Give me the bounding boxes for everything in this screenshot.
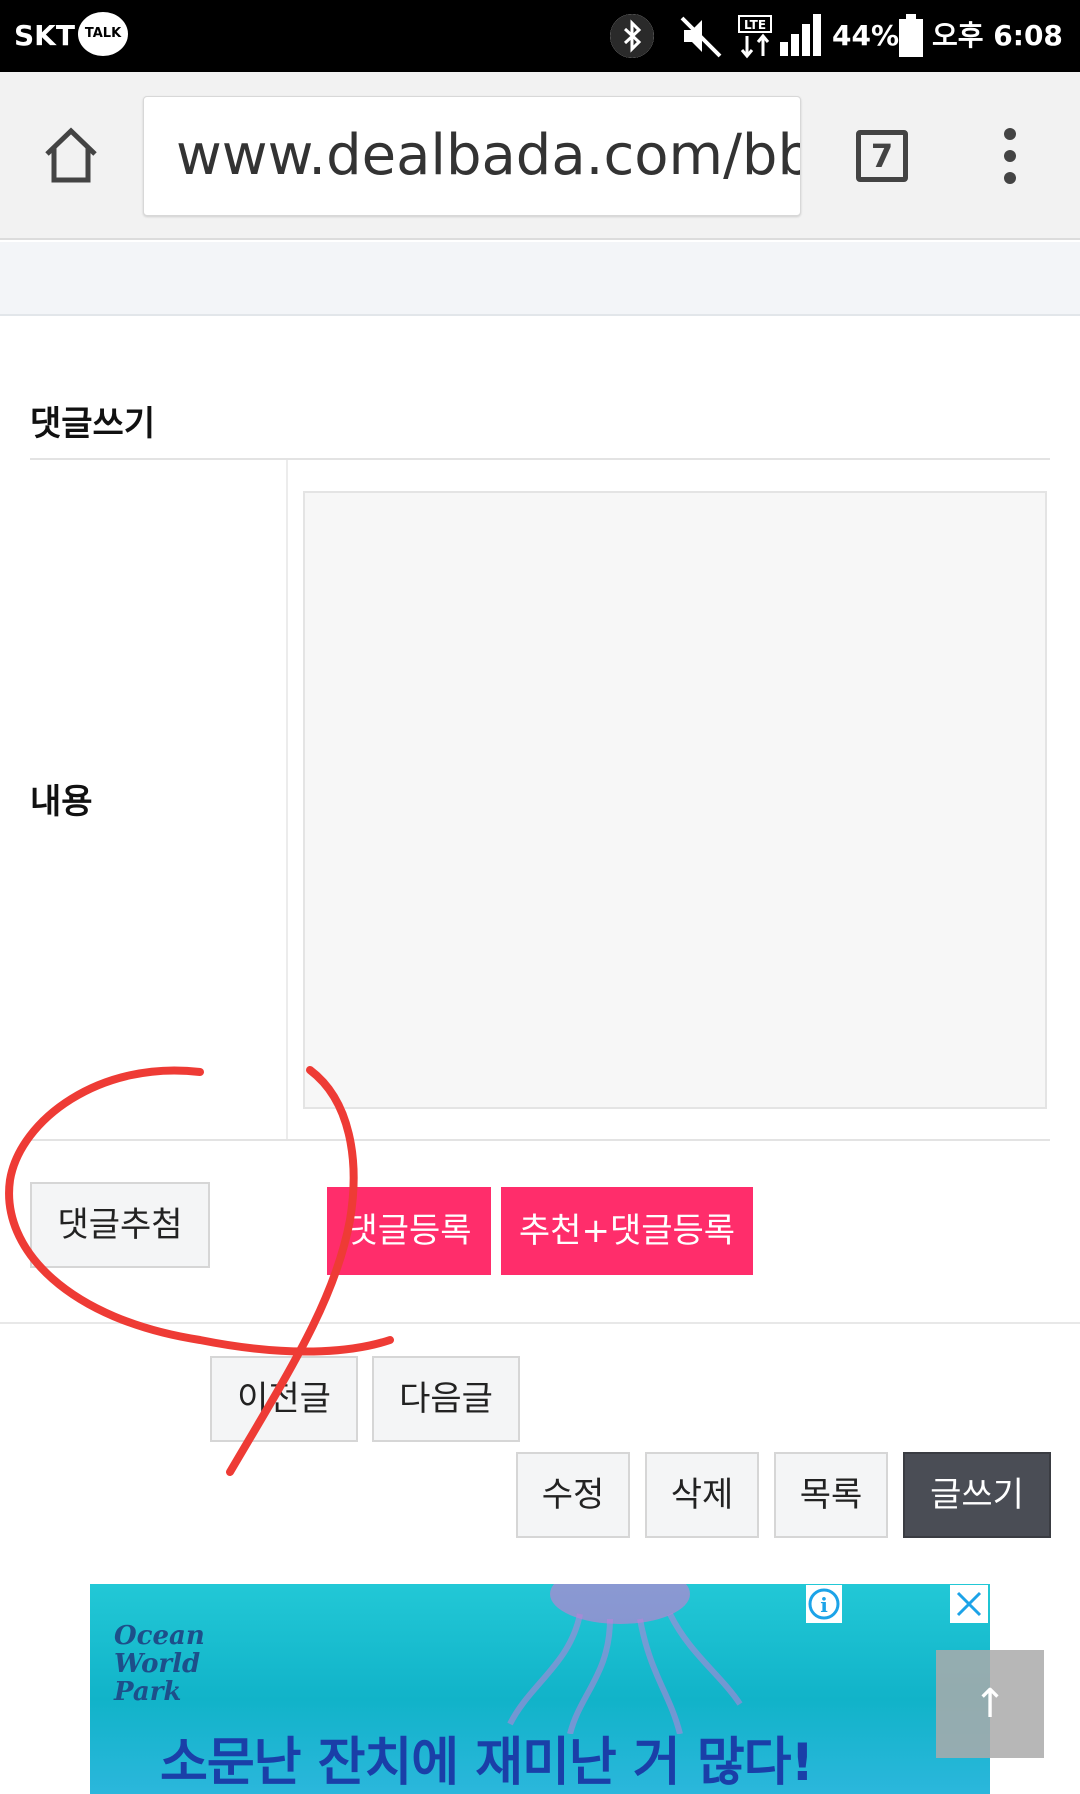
status-bar: SKT TALK LTE 44% 오후 6:08	[0, 0, 1080, 72]
signal-icon	[780, 14, 821, 56]
mute-icon	[680, 16, 722, 58]
edit-button[interactable]: 수정	[516, 1452, 630, 1538]
more-menu-icon[interactable]	[996, 124, 1024, 188]
content-label: 내용	[30, 782, 93, 822]
svg-text:LTE: LTE	[744, 18, 766, 32]
ad-banner[interactable]: Ocean World Park 소문난 잔치에 재미난 거 많다!	[90, 1584, 990, 1794]
tab-switcher-icon[interactable]: 7	[856, 130, 908, 182]
clock: 오후 6:08	[932, 19, 1063, 52]
content-strip	[0, 242, 1080, 316]
battery-percent: 44%	[832, 19, 900, 52]
divider	[30, 1139, 1050, 1141]
scroll-to-top-button[interactable]: ↑	[936, 1650, 1044, 1758]
divider	[0, 1322, 1080, 1324]
battery-icon	[899, 14, 923, 57]
ad-close-icon[interactable]	[950, 1585, 988, 1623]
ad-info-icon[interactable]: i	[806, 1585, 842, 1623]
talk-icon: TALK	[78, 12, 128, 56]
jellyfish-illustration	[507, 1584, 743, 1734]
url-text: www.dealbada.com/bbs	[176, 123, 801, 188]
previous-post-button[interactable]: 이전글	[210, 1356, 358, 1442]
divider	[30, 458, 1050, 460]
recommend-and-comment-button[interactable]: 추천+댓글등록	[501, 1187, 753, 1275]
list-button[interactable]: 목록	[774, 1452, 888, 1538]
address-bar[interactable]: www.dealbada.com/bbs	[143, 96, 801, 216]
comment-textarea[interactable]	[303, 491, 1047, 1109]
svg-text:i: i	[820, 1593, 828, 1617]
comment-register-button[interactable]: 댓글등록	[327, 1187, 491, 1275]
lte-icon: LTE	[738, 15, 772, 59]
delete-button[interactable]: 삭제	[645, 1452, 759, 1538]
home-icon[interactable]	[42, 126, 100, 184]
bluetooth-icon	[610, 14, 654, 58]
form-column-divider	[286, 460, 288, 1140]
next-post-button[interactable]: 다음글	[372, 1356, 520, 1442]
comment-heading: 댓글쓰기	[30, 404, 156, 444]
carrier-label: SKT	[14, 19, 75, 52]
write-post-button[interactable]: 글쓰기	[903, 1452, 1051, 1538]
browser-toolbar: www.dealbada.com/bbs 7	[0, 72, 1080, 240]
comment-lottery-button[interactable]: 댓글추첨	[30, 1182, 210, 1268]
ad-headline: 소문난 잔치에 재미난 거 많다!	[160, 1733, 814, 1793]
ocean-park-logo: Ocean World Park	[114, 1621, 205, 1707]
